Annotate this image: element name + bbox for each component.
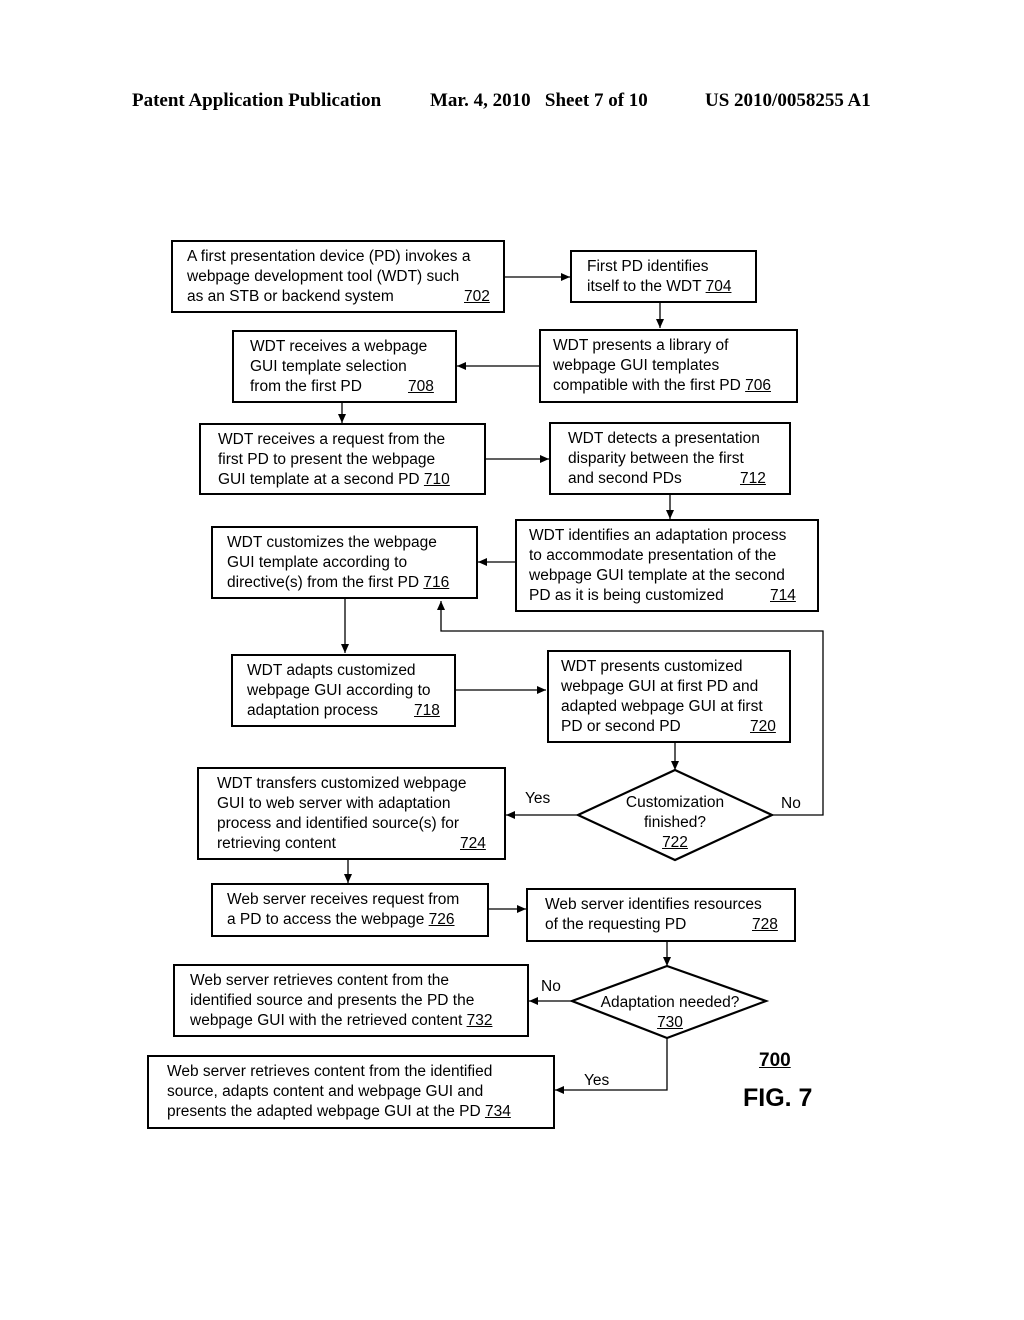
decision-730-text: Adaptation needed? 730 <box>585 993 755 1033</box>
step-706-line: webpage GUI templates <box>553 357 720 374</box>
step-718: WDT adapts customized webpage GUI accord… <box>231 654 456 727</box>
step-728: Web server identifies resources of the r… <box>526 888 796 942</box>
step-714-line: to accommodate presentation of the <box>529 547 777 564</box>
step-724-line: retrieving content <box>217 835 336 852</box>
step-720-line: WDT presents customized <box>561 658 743 675</box>
step-720: WDT presents customized webpage GUI at f… <box>547 650 791 743</box>
step-734: Web server retrieves content from the id… <box>147 1055 555 1129</box>
step-716-line: WDT customizes the webpage <box>227 534 437 551</box>
step-724-line: WDT transfers customized webpage <box>217 775 467 792</box>
step-716: WDT customizes the webpage GUI template … <box>211 526 478 599</box>
figure-label: FIG. 7 <box>743 1084 813 1112</box>
step-710-line: first PD to present the webpage <box>218 451 436 468</box>
step-704: First PD identifies itself to the WDT 70… <box>570 250 757 303</box>
step-714: WDT identifies an adaptation process to … <box>515 519 819 612</box>
step-724: WDT transfers customized webpage GUI to … <box>197 767 506 860</box>
step-732-number: 732 <box>466 1012 493 1029</box>
step-718-number: 718 <box>414 702 440 719</box>
step-702-number: 702 <box>464 288 490 305</box>
step-706: WDT presents a library of webpage GUI te… <box>539 329 798 403</box>
step-726-line: a PD to access the webpage <box>227 911 425 928</box>
step-708-line: WDT receives a webpage <box>250 338 428 355</box>
branch-730-no-label: No <box>541 978 561 995</box>
decision-730-line: Adaptation needed? <box>600 994 740 1011</box>
decision-730-number: 730 <box>657 1014 683 1031</box>
step-704-line: First PD identifies <box>587 258 709 275</box>
step-706-line: compatible with the first PD <box>553 377 741 394</box>
decision-722-text: Customization finished? 722 <box>600 793 750 853</box>
step-724-line: process and identified source(s) for <box>217 815 460 832</box>
step-728-number: 728 <box>752 916 778 933</box>
branch-722-no-label: No <box>781 795 801 812</box>
step-726-line: Web server receives request from <box>227 891 460 908</box>
branch-722-yes-label: Yes <box>525 790 551 807</box>
step-720-line: webpage GUI at first PD and <box>561 678 759 695</box>
step-710: WDT receives a request from the first PD… <box>199 423 486 495</box>
decision-722-line: finished? <box>643 814 707 831</box>
step-724-line: GUI to web server with adaptation <box>217 795 451 812</box>
step-734-line: Web server retrieves content from the id… <box>167 1063 493 1080</box>
step-704-line: itself to the WDT <box>587 278 702 295</box>
step-734-line: source, adapts content and webpage GUI a… <box>167 1083 484 1100</box>
decision-722-number: 722 <box>662 834 688 851</box>
step-710-line: GUI template at a second PD <box>218 471 420 488</box>
step-718-line: WDT adapts customized <box>247 662 416 679</box>
step-720-line: adapted webpage GUI at first <box>561 698 763 715</box>
step-708-line: from the first PD <box>250 378 362 395</box>
step-710-number: 710 <box>423 471 450 488</box>
step-714-number: 714 <box>770 587 796 604</box>
step-708-number: 708 <box>408 378 434 395</box>
step-704-number: 704 <box>705 278 732 295</box>
step-714-line: PD as it is being customized <box>529 587 724 604</box>
step-708-line: GUI template selection <box>250 358 407 375</box>
step-720-line: PD or second PD <box>561 718 681 735</box>
step-708: WDT receives a webpage GUI template sele… <box>232 330 457 403</box>
step-732-line: webpage GUI with the retrieved content <box>190 1012 463 1029</box>
step-716-line: directive(s) from the first PD <box>227 574 420 591</box>
decision-722-line: Customization <box>625 794 725 811</box>
arrow-730-yes-734 <box>555 1038 668 1094</box>
step-720-number: 720 <box>750 718 776 735</box>
step-702-line: webpage development tool (WDT) such <box>187 268 460 285</box>
step-718-line: webpage GUI according to <box>247 682 431 699</box>
step-728-line: Web server identifies resources <box>545 896 762 913</box>
step-714-line: WDT identifies an adaptation process <box>529 527 787 544</box>
step-716-line: GUI template according to <box>227 554 408 571</box>
step-724-number: 724 <box>460 835 486 852</box>
step-734-line: presents the adapted webpage GUI at the … <box>167 1103 481 1120</box>
step-728-line: of the requesting PD <box>545 916 687 933</box>
step-712-line: and second PDs <box>568 470 682 487</box>
step-706-number: 706 <box>745 377 771 394</box>
branch-730-yes-label: Yes <box>584 1072 610 1089</box>
step-714-line: webpage GUI template at the second <box>529 567 785 584</box>
step-712-line: disparity between the first <box>568 450 744 467</box>
step-732-line: Web server retrieves content from the <box>190 972 450 989</box>
step-702-line: as an STB or backend system <box>187 288 394 305</box>
step-716-number: 716 <box>423 574 450 591</box>
step-710-line: WDT receives a request from the <box>218 431 446 448</box>
step-718-line: adaptation process <box>247 702 378 719</box>
step-702-line: A first presentation device (PD) invokes… <box>187 248 471 265</box>
step-706-line: WDT presents a library of <box>553 337 729 354</box>
step-734-number: 734 <box>484 1103 511 1120</box>
step-726-number: 726 <box>428 911 455 928</box>
step-712: WDT detects a presentation disparity bet… <box>549 422 791 495</box>
figure-reference-number: 700 <box>759 1050 791 1071</box>
step-732-line: identified source and presents the PD th… <box>190 992 475 1009</box>
step-726: Web server receives request from a PD to… <box>211 883 489 937</box>
step-732: Web server retrieves content from the id… <box>173 964 529 1037</box>
step-712-number: 712 <box>740 470 766 487</box>
step-702: A first presentation device (PD) invokes… <box>171 240 505 313</box>
step-712-line: WDT detects a presentation <box>568 430 760 447</box>
